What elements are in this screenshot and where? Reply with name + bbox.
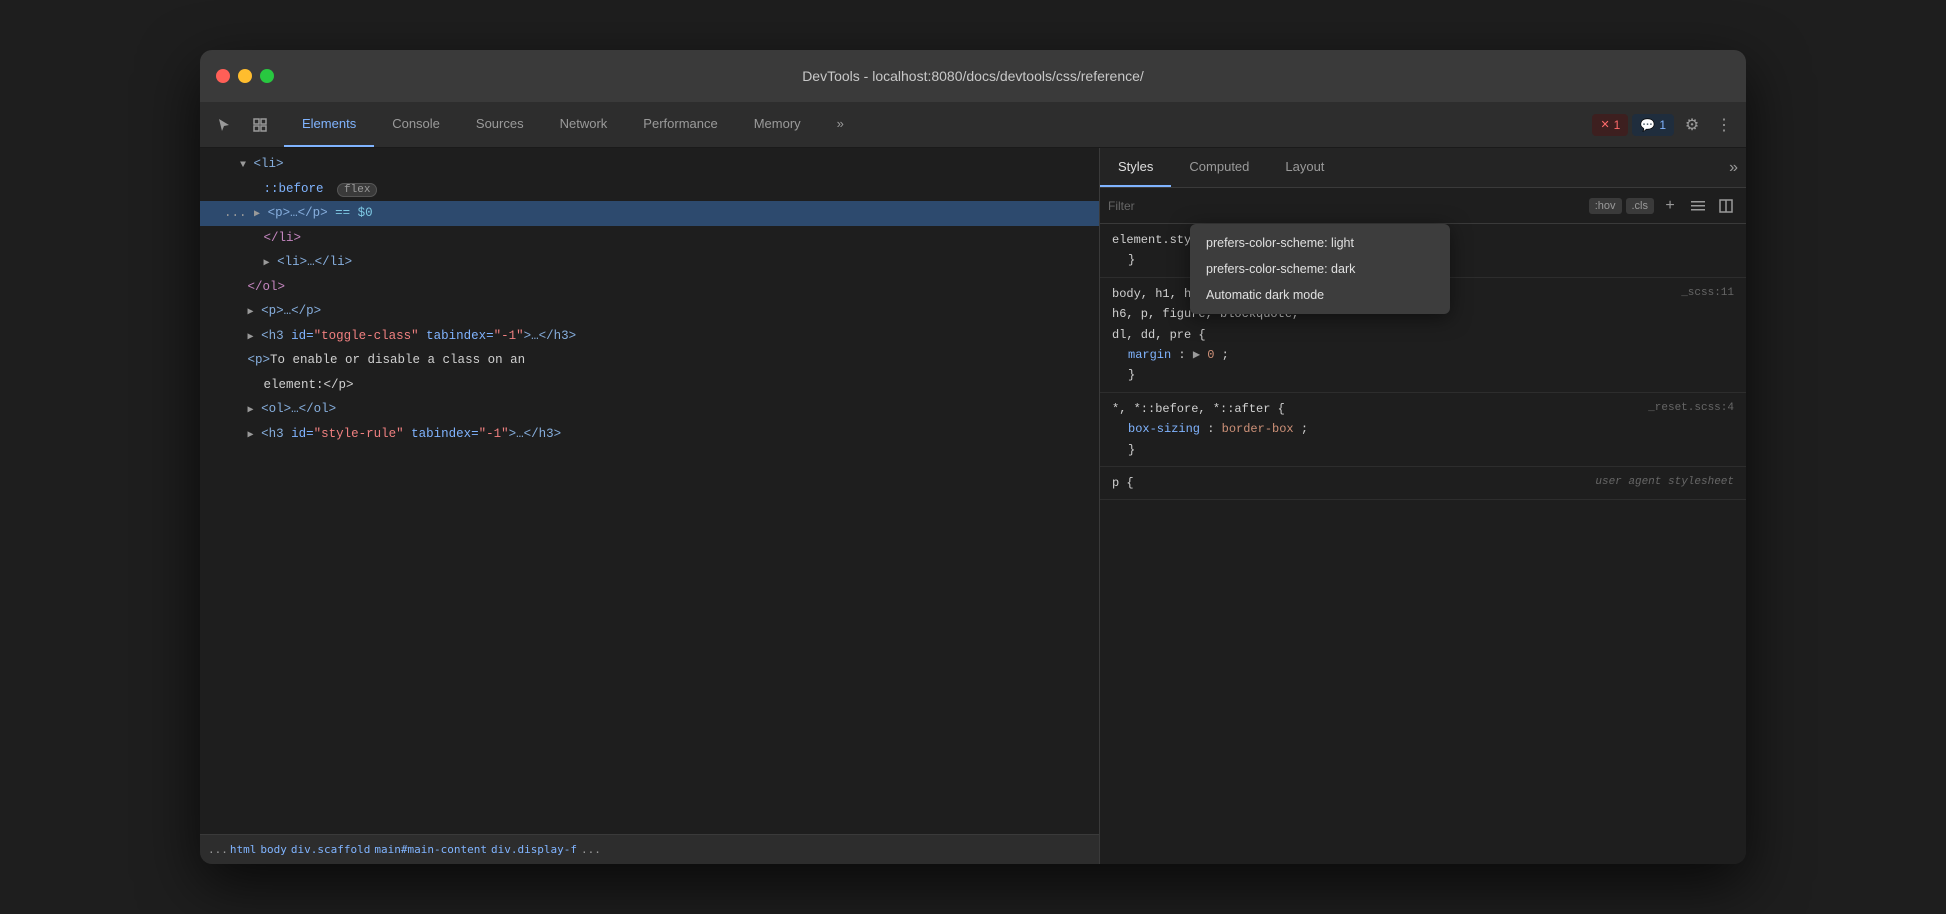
cls-button[interactable]: .cls: [1626, 198, 1655, 214]
dom-row-h3-style-rule[interactable]: ▶ <h3 id="style-rule" tabindex="-1">…</h…: [200, 422, 1099, 447]
traffic-lights: [216, 69, 274, 83]
styles-content[interactable]: element.sty } _scss:11 body, h1, h2, h6,…: [1100, 224, 1746, 864]
toolbar-left: [200, 102, 284, 147]
tab-network[interactable]: Network: [542, 102, 626, 147]
filter-input[interactable]: [1108, 199, 1581, 213]
add-style-button[interactable]: +: [1658, 194, 1682, 218]
style-selector-p[interactable]: user agent stylesheet p {: [1112, 473, 1734, 493]
info-badge-button[interactable]: 💬 1: [1632, 114, 1674, 136]
dropdown-item-light[interactable]: prefers-color-scheme: light: [1190, 230, 1450, 256]
inspect-icon-btn[interactable]: [244, 109, 276, 141]
styles-tabs: Styles Computed Layout »: [1100, 148, 1746, 188]
tab-layout[interactable]: Layout: [1267, 148, 1342, 187]
breadcrumb-html[interactable]: html: [230, 843, 257, 856]
dom-row-li-collapsed[interactable]: ▶ <li>…</li>: [200, 250, 1099, 275]
error-icon: ✕: [1600, 118, 1609, 131]
cursor-icon-btn[interactable]: [208, 109, 240, 141]
dropdown-item-dark[interactable]: prefers-color-scheme: dark: [1190, 256, 1450, 282]
tab-memory[interactable]: Memory: [736, 102, 819, 147]
dom-row-p-text2[interactable]: element:</p>: [200, 373, 1099, 398]
more-options-icon-btn[interactable]: ⋮: [1710, 111, 1738, 139]
view-toggle-button[interactable]: [1714, 194, 1738, 218]
main-toolbar: Elements Console Sources Network Perform…: [200, 102, 1746, 148]
minimize-button[interactable]: [238, 69, 252, 83]
toggle-sidebar-button[interactable]: [1686, 194, 1710, 218]
dom-row-ol-close[interactable]: </ol>: [200, 275, 1099, 300]
style-selector-universal[interactable]: _reset.scss:4 *, *::before, *::after {: [1112, 399, 1734, 419]
breadcrumb-ellipsis-right[interactable]: ...: [581, 843, 601, 856]
title-bar: DevTools - localhost:8080/docs/devtools/…: [200, 50, 1746, 102]
dom-row-li-open[interactable]: ▼ <li>: [200, 152, 1099, 177]
styles-tabs-more[interactable]: »: [1721, 148, 1746, 187]
tab-console[interactable]: Console: [374, 102, 458, 147]
filter-buttons: :hov .cls +: [1589, 194, 1738, 218]
dom-row-li-close[interactable]: </li>: [200, 226, 1099, 251]
gear-icon-btn[interactable]: ⚙: [1678, 111, 1706, 139]
tab-elements[interactable]: Elements: [284, 102, 374, 147]
style-block-p: user agent stylesheet p {: [1100, 467, 1746, 500]
dom-row-before[interactable]: ::before flex: [200, 177, 1099, 202]
dom-row-p[interactable]: ▶ <p>…</p>: [200, 299, 1099, 324]
breadcrumb-main[interactable]: main#main-content: [374, 843, 487, 856]
toolbar-right: ✕ 1 💬 1 ⚙ ⋮: [1584, 102, 1746, 147]
main-tabs: Elements Console Sources Network Perform…: [284, 102, 862, 147]
styles-panel: Styles Computed Layout » :hov: [1100, 148, 1746, 864]
dom-row-ol-collapsed[interactable]: ▶ <ol>…</ol>: [200, 397, 1099, 422]
maximize-button[interactable]: [260, 69, 274, 83]
color-scheme-dropdown: prefers-color-scheme: light prefers-colo…: [1190, 224, 1450, 314]
dom-row-h3-toggle[interactable]: ▶ <h3 id="toggle-class" tabindex="-1">…<…: [200, 324, 1099, 349]
tab-performance[interactable]: Performance: [625, 102, 735, 147]
tab-styles[interactable]: Styles: [1100, 148, 1171, 187]
tab-more[interactable]: »: [819, 102, 862, 147]
dom-content[interactable]: ▼ <li> ::before flex ... ▶ <p>…</p> == $…: [200, 148, 1099, 834]
window-title: DevTools - localhost:8080/docs/devtools/…: [802, 68, 1144, 84]
breadcrumb: ... html body div.scaffold main#main-con…: [200, 834, 1099, 864]
breadcrumb-div-scaffold[interactable]: div.scaffold: [291, 843, 370, 856]
dropdown-item-auto[interactable]: Automatic dark mode: [1190, 282, 1450, 308]
devtools-window: DevTools - localhost:8080/docs/devtools/…: [200, 50, 1746, 864]
breadcrumb-ellipsis-left[interactable]: ...: [208, 843, 228, 856]
style-block-universal: _reset.scss:4 *, *::before, *::after { b…: [1100, 393, 1746, 467]
close-button[interactable]: [216, 69, 230, 83]
message-icon: 💬: [1640, 118, 1655, 132]
error-badge-button[interactable]: ✕ 1: [1592, 114, 1628, 136]
dom-row-p-selected[interactable]: ... ▶ <p>…</p> == $0: [200, 201, 1099, 226]
tab-computed[interactable]: Computed: [1171, 148, 1267, 187]
breadcrumb-body[interactable]: body: [260, 843, 287, 856]
style-selector-body-3: dl, dd, pre {: [1112, 325, 1734, 345]
tab-sources[interactable]: Sources: [458, 102, 542, 147]
dom-panel: ▼ <li> ::before flex ... ▶ <p>…</p> == $…: [200, 148, 1100, 864]
main-content: ▼ <li> ::before flex ... ▶ <p>…</p> == $…: [200, 148, 1746, 864]
hov-button[interactable]: :hov: [1589, 198, 1622, 214]
filter-bar: :hov .cls +: [1100, 188, 1746, 224]
dom-row-p-text1[interactable]: <p>To enable or disable a class on an: [200, 348, 1099, 373]
breadcrumb-div-display[interactable]: div.display-f: [491, 843, 577, 856]
